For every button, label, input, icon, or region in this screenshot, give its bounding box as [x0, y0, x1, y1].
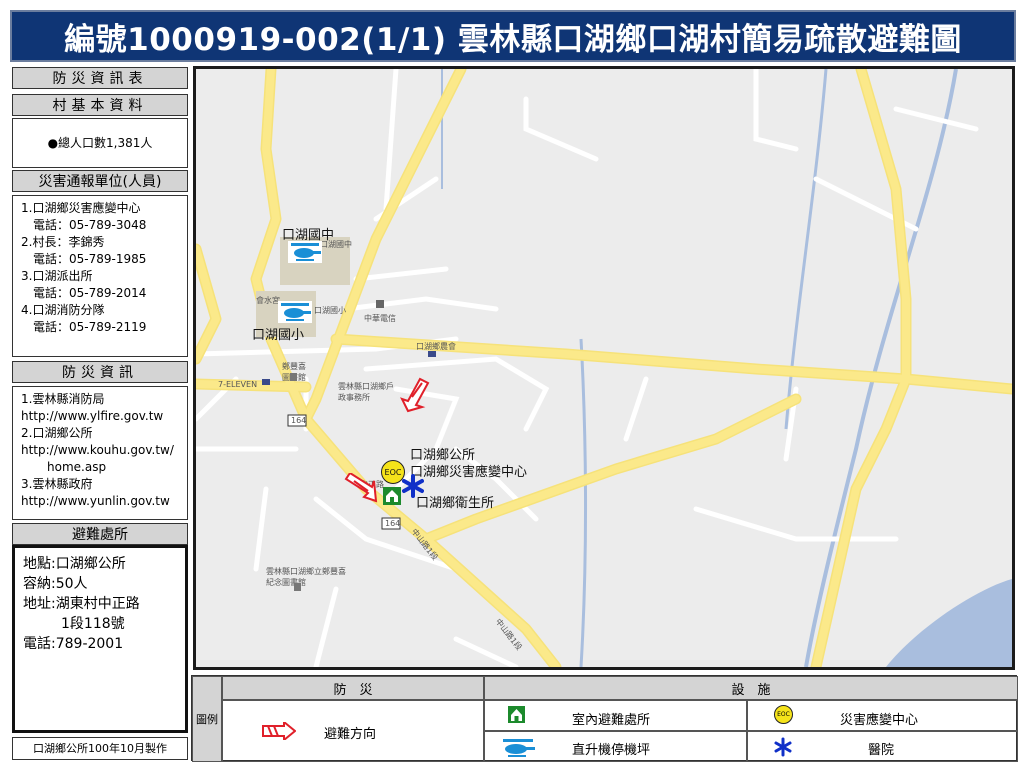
report-line: 4.口湖消防分隊 [21, 303, 105, 317]
info-line: 3.雲林縣政府 [21, 477, 93, 491]
disaster-info-table-header: 防災資訊表 [12, 67, 188, 89]
legend-side: 圖例 [192, 676, 222, 762]
small-label: 中華電信 [364, 314, 396, 323]
building-icon [428, 351, 436, 357]
report-line: 1.口湖鄉災害應變中心 [21, 201, 141, 215]
legend-helipad-label: 直升機停機坪 [572, 743, 651, 758]
legend-col1-header-text: 防 災 [333, 682, 373, 698]
health-center-label: 口湖鄉衛生所 [416, 496, 495, 511]
small-label: 口湖國小 [314, 306, 346, 315]
report-line: 電話：05-789-1985 [33, 252, 147, 266]
library-icon [290, 373, 297, 381]
map-legend: 圖例 防 災 設 施 避難方向 室內避難處所 EOC 災害應變中心 直升機停機坪… [191, 675, 1018, 762]
helipad-icon [503, 739, 535, 757]
report-unit-header: 災害通報單位(人員) [12, 170, 188, 192]
info-link[interactable]: http://www.ylfire.gov.tw [21, 408, 187, 425]
shelter-header: 避難處所 [12, 523, 188, 545]
report-line: 電話：05-789-2014 [33, 286, 147, 300]
legend-col2-header-text: 設 施 [731, 682, 771, 698]
shelter-line: 地點:口湖鄉公所 [23, 556, 126, 572]
legend-evac-label: 避難方向 [324, 727, 377, 742]
legend-eoc-label: 災害應變中心 [840, 713, 919, 728]
route-shield-label: 164 [385, 519, 401, 528]
info-link[interactable]: home.asp [21, 459, 187, 476]
report-line: 電話：05-789-3048 [33, 218, 147, 232]
shelter-line: 電話:789-2001 [23, 636, 124, 652]
info-link[interactable]: http://www.yunlin.gov.tw [21, 493, 187, 510]
small-label: 會水宮 [256, 296, 280, 305]
population-panel: ●總人口數1,381人 [12, 118, 188, 168]
legend-side-label: 圖例 [196, 713, 218, 726]
info-link[interactable]: http://www.kouhu.gov.tw/ [21, 442, 187, 459]
shelter-line: 地址:湖東村中正路 [23, 596, 140, 612]
library-icon [294, 583, 301, 591]
evacuation-arrow-icon [400, 377, 430, 413]
shelter-icon [383, 487, 401, 505]
info-line: 1.雲林縣消防局 [21, 392, 105, 406]
hospital-icon [774, 737, 792, 757]
village-basic-data-header: 村基本資料 [12, 94, 188, 116]
info-line: 2.口湖鄉公所 [21, 426, 93, 440]
small-label: 口湖鄉農會 [416, 342, 456, 351]
small-label: 口湖國中 [320, 240, 352, 249]
disaster-info-header: 防災資訊 [12, 361, 188, 383]
evacuation-map[interactable]: 口湖國中 口湖國小 口湖鄉公所 口湖鄉災害應變中心 口湖鄉衛生所 口湖國中 口湖… [193, 66, 1015, 670]
small-label: 雲林縣口湖鄉戶政事務所 [338, 382, 394, 402]
primary-school-label: 口湖國小 [252, 328, 305, 343]
legend-hospital-label: 醫院 [868, 743, 895, 758]
footer-text: 口湖鄉公所100年10月製作 [33, 742, 167, 755]
hospital-icon [402, 474, 424, 498]
report-unit-panel: 1.口湖鄉災害應變中心 電話：05-789-3048 2.村長：李錦秀 電話：0… [12, 195, 188, 357]
legend-col1-header: 防 災 [222, 676, 484, 700]
report-line: 3.口湖派出所 [21, 269, 93, 283]
helipad-icon [278, 301, 312, 323]
small-label: 7-ELEVEN [218, 380, 258, 389]
shelter-line: 1段118號 [61, 616, 125, 632]
eoc-icon: EOC [774, 705, 793, 724]
small-label: 雲林縣口湖鄉立鄭豐喜紀念圖書館 [266, 567, 346, 587]
eoc-label: 口湖鄉災害應變中心 [410, 465, 528, 480]
disaster-info-panel: 1.雲林縣消防局 http://www.ylfire.gov.tw 2.口湖鄉公… [12, 386, 188, 520]
report-line: 2.村長：李錦秀 [21, 235, 105, 249]
telecom-icon [376, 300, 384, 308]
footer-credit: 口湖鄉公所100年10月製作 [12, 737, 188, 760]
route-shield-label: 164 [291, 416, 307, 425]
helipad-icon [288, 241, 322, 263]
store-icon [262, 379, 270, 385]
legend-shelter-label: 室內避難處所 [572, 713, 651, 728]
shelter-icon [508, 706, 525, 723]
report-line: 電話：05-789-2119 [33, 320, 147, 334]
population-text: ●總人口數1,381人 [47, 135, 153, 150]
shelter-line: 容納:50人 [23, 576, 88, 592]
page-title: 編號1000919-002(1/1) 雲林縣口湖鄉口湖村簡易疏散避難圖 [10, 10, 1016, 62]
legend-col2-header: 設 施 [484, 676, 1018, 700]
evacuation-arrow-icon [262, 722, 296, 740]
shelter-panel: 地點:口湖鄉公所 容納:50人 地址:湖東村中正路 1段118號 電話:789-… [12, 545, 188, 733]
evacuation-arrow-icon [344, 473, 378, 503]
